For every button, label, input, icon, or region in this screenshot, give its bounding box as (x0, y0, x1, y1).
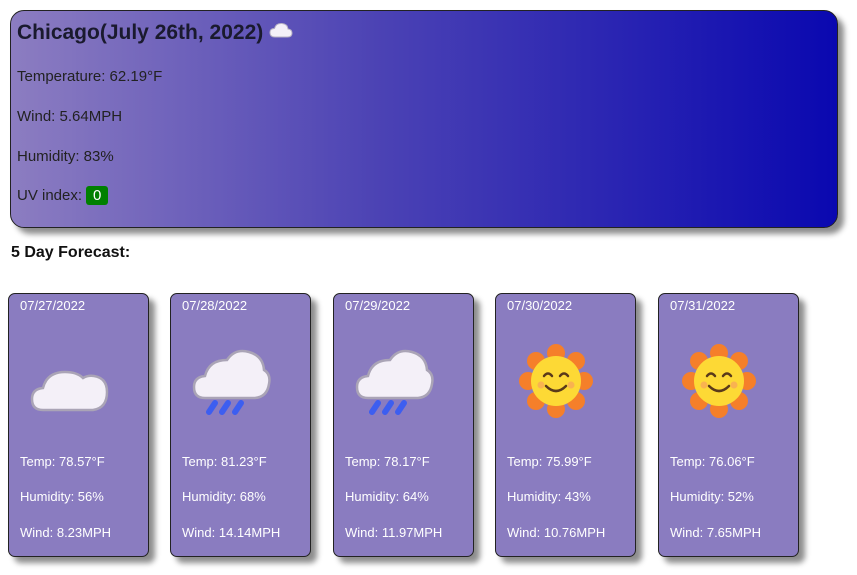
forecast-wind: Wind: 14.14MPH (182, 525, 281, 540)
forecast-card: 07/29/2022 Temp: 78.17°F Humidity: 64% W… (333, 293, 474, 557)
smiling-sun-icon (514, 344, 598, 418)
uv-badge: 0 (86, 186, 109, 205)
forecast-humidity: Humidity: 68% (182, 489, 266, 504)
smiling-sun-icon (677, 344, 761, 418)
city-title-text: Chicago(July 26th, 2022) (17, 21, 264, 44)
rain-cloud-icon (189, 344, 273, 418)
city-date-title: Chicago(July 26th, 2022) (17, 21, 293, 45)
forecast-humidity: Humidity: 52% (670, 489, 754, 504)
forecast-temp: Temp: 81.23°F (182, 454, 267, 469)
rain-cloud-icon (352, 344, 436, 418)
current-humidity: Humidity: 83% (17, 148, 114, 165)
forecast-date: 07/31/2022 (670, 298, 736, 313)
current-weather-panel: Chicago(July 26th, 2022) Temperature: 62… (10, 10, 838, 228)
forecast-card: 07/27/2022 Temp: 78.57°F Humidity: 56% W… (8, 293, 149, 557)
forecast-temp: Temp: 76.06°F (670, 454, 755, 469)
forecast-humidity: Humidity: 56% (20, 489, 104, 504)
forecast-temp: Temp: 78.57°F (20, 454, 105, 469)
forecast-temp: Temp: 78.17°F (345, 454, 430, 469)
cloud-icon (269, 21, 293, 45)
forecast-wind: Wind: 10.76MPH (507, 525, 606, 540)
forecast-date: 07/28/2022 (182, 298, 248, 313)
forecast-date: 07/29/2022 (345, 298, 411, 313)
uv-label: UV index: (17, 187, 83, 204)
forecast-wind: Wind: 7.65MPH (670, 525, 762, 540)
forecast-card: 07/28/2022 Temp: 81.23°F Humidity: 68% W… (170, 293, 311, 557)
forecast-date: 07/27/2022 (20, 298, 86, 313)
cloud-icon (27, 344, 111, 418)
current-uv: UV index: 0 (17, 186, 109, 205)
forecast-wind: Wind: 8.23MPH (20, 525, 112, 540)
forecast-card: 07/30/2022 Temp: 75.99°F Humidity: 43% W… (495, 293, 636, 557)
forecast-humidity: Humidity: 64% (345, 489, 429, 504)
forecast-wind: Wind: 11.97MPH (345, 525, 443, 540)
current-temperature: Temperature: 62.19°F (17, 68, 163, 85)
current-wind: Wind: 5.64MPH (17, 108, 123, 125)
forecast-temp: Temp: 75.99°F (507, 454, 592, 469)
forecast-card: 07/31/2022 Temp: 76.06°F Humidity: 52% W… (658, 293, 799, 557)
forecast-heading: 5 Day Forecast: (11, 244, 131, 261)
forecast-date: 07/30/2022 (507, 298, 573, 313)
forecast-humidity: Humidity: 43% (507, 489, 591, 504)
